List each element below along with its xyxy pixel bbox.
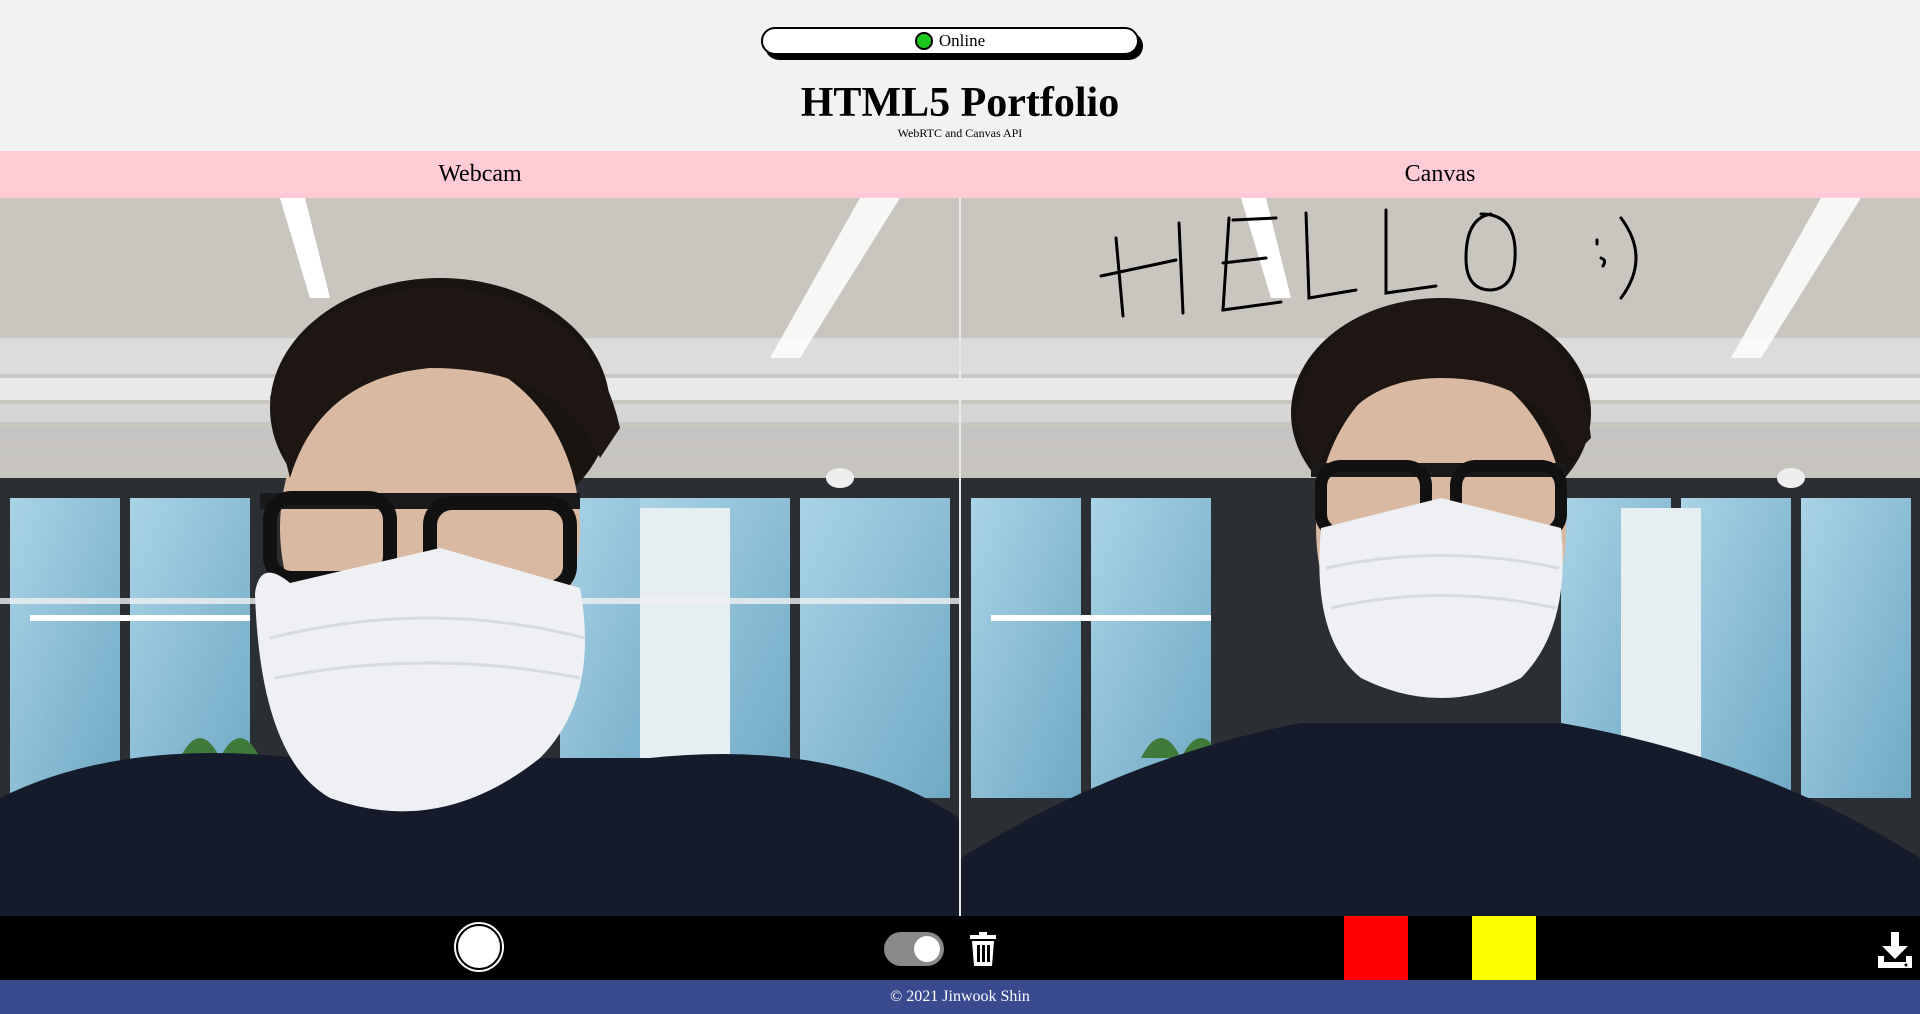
mirror-toggle[interactable] <box>884 932 944 966</box>
page-title: HTML5 Portfolio <box>800 80 1120 126</box>
download-icon[interactable] <box>1878 932 1912 968</box>
canvas-header: Canvas <box>960 151 1920 198</box>
toolbar <box>0 916 1920 980</box>
toggle-knob <box>914 936 940 962</box>
status-label: Online <box>938 31 986 50</box>
status-indicator: Online <box>761 27 1139 55</box>
page-subtitle: WebRTC and Canvas API <box>897 126 1023 140</box>
trash-icon[interactable] <box>968 932 998 966</box>
webcam-scene <box>0 198 959 916</box>
footer-copyright: © 2021 Jinwook Shin <box>890 988 1030 1005</box>
color-swatch-red[interactable] <box>1344 916 1408 980</box>
capture-button[interactable] <box>456 924 502 970</box>
footer: © 2021 Jinwook Shin <box>0 980 1920 1014</box>
drawing-canvas[interactable] <box>961 198 1920 916</box>
webcam-header: Webcam <box>0 151 960 198</box>
online-dot-icon <box>914 32 933 50</box>
canvas-scene <box>961 198 1920 916</box>
webcam-title: Webcam <box>438 161 522 187</box>
color-swatch-yellow[interactable] <box>1472 916 1536 980</box>
color-swatch-black[interactable] <box>1408 916 1472 980</box>
app-page: Online HTML5 Portfolio WebRTC and Canvas… <box>0 0 1920 1014</box>
canvas-title: Canvas <box>1404 161 1476 187</box>
webcam-video <box>0 198 959 916</box>
